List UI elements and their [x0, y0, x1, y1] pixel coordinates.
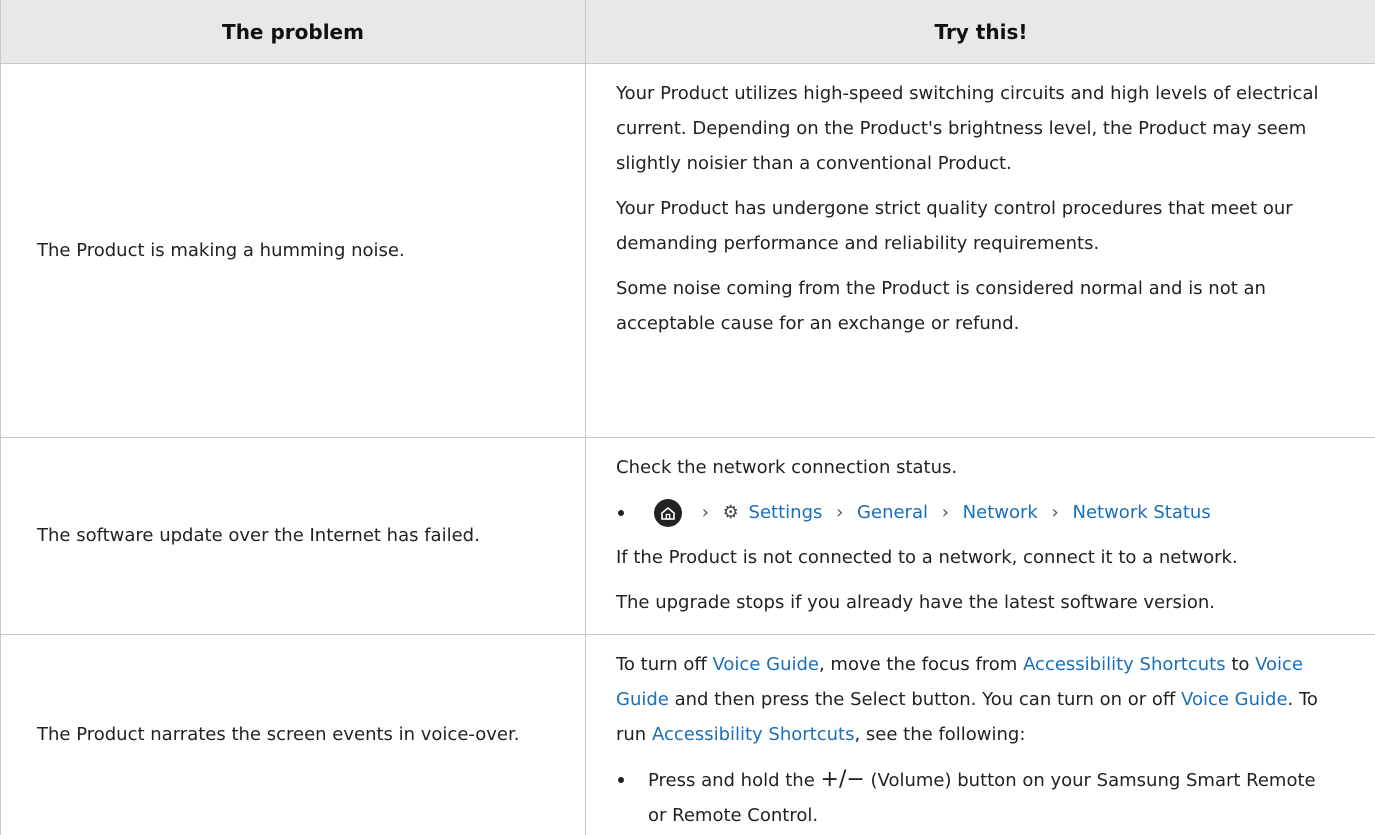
table-row: The software update over the Internet ha… [1, 438, 1375, 635]
menu-path: › ⚙ Settings › General › Network › Netwo… [616, 495, 1336, 530]
accessibility-shortcuts-link[interactable]: Accessibility Shortcuts [1023, 654, 1226, 675]
problem-cell: The Product is making a humming noise. [1, 64, 586, 437]
voice-guide-link[interactable]: Voice Guide [1181, 689, 1287, 710]
text-span: , move the focus from [818, 654, 1024, 675]
home-icon[interactable] [654, 499, 682, 527]
gear-icon: ⚙ [722, 502, 739, 523]
table-row: The Product narrates the screen events i… [1, 635, 1375, 835]
solution-cell: To turn off Voice Guide, move the focus … [586, 635, 1375, 835]
solution-text: Your Product has undergone strict qualit… [616, 198, 1293, 254]
solution-cell: Your Product utilizes high-speed switchi… [586, 64, 1375, 437]
header-try-this: Try this! [934, 19, 1028, 44]
volume-plus-minus-icon: +/− [820, 767, 865, 792]
menu-link-general[interactable]: General [857, 502, 928, 523]
table-row: The Product is making a humming noise. Y… [1, 64, 1375, 438]
solution-text: The upgrade stops if you already have th… [616, 592, 1216, 613]
problem-cell: The software update over the Internet ha… [1, 438, 586, 634]
accessibility-shortcuts-link[interactable]: Accessibility Shortcuts [652, 724, 855, 745]
solution-text: Your Product utilizes high-speed switchi… [616, 83, 1319, 174]
text-span: To turn off [616, 654, 713, 675]
chevron-right-icon: › [836, 502, 844, 523]
header-problem: The problem [1, 0, 586, 63]
menu-link-network[interactable]: Network [963, 502, 1038, 523]
chevron-right-icon: › [701, 502, 709, 523]
text-span: Press and hold the [648, 770, 821, 791]
troubleshooting-table: The problem Try this! The Product is mak… [0, 0, 1375, 835]
solution-text: Some noise coming from the Product is co… [616, 278, 1266, 334]
solution-text: Check the network connection status. [616, 457, 958, 478]
text-span: , see the following: [854, 724, 1026, 745]
problem-cell: The Product narrates the screen events i… [1, 635, 586, 835]
text-span: and then press the Select button. You ca… [668, 689, 1182, 710]
menu-link-network-status[interactable]: Network Status [1072, 502, 1210, 523]
chevron-right-icon: › [941, 502, 949, 523]
list-item: Press and hold the +/− (Volume) button o… [616, 762, 1336, 833]
solution-cell: Check the network connection status. › ⚙… [586, 438, 1375, 634]
table-header: The problem Try this! [1, 0, 1375, 64]
text-span: to [1225, 654, 1256, 675]
solution-text: If the Product is not connected to a net… [616, 547, 1238, 568]
chevron-right-icon: › [1051, 502, 1059, 523]
voice-guide-link[interactable]: Voice Guide [713, 654, 819, 675]
solution-text: To turn off Voice Guide, move the focus … [616, 647, 1336, 752]
menu-link-settings[interactable]: Settings [749, 502, 823, 523]
